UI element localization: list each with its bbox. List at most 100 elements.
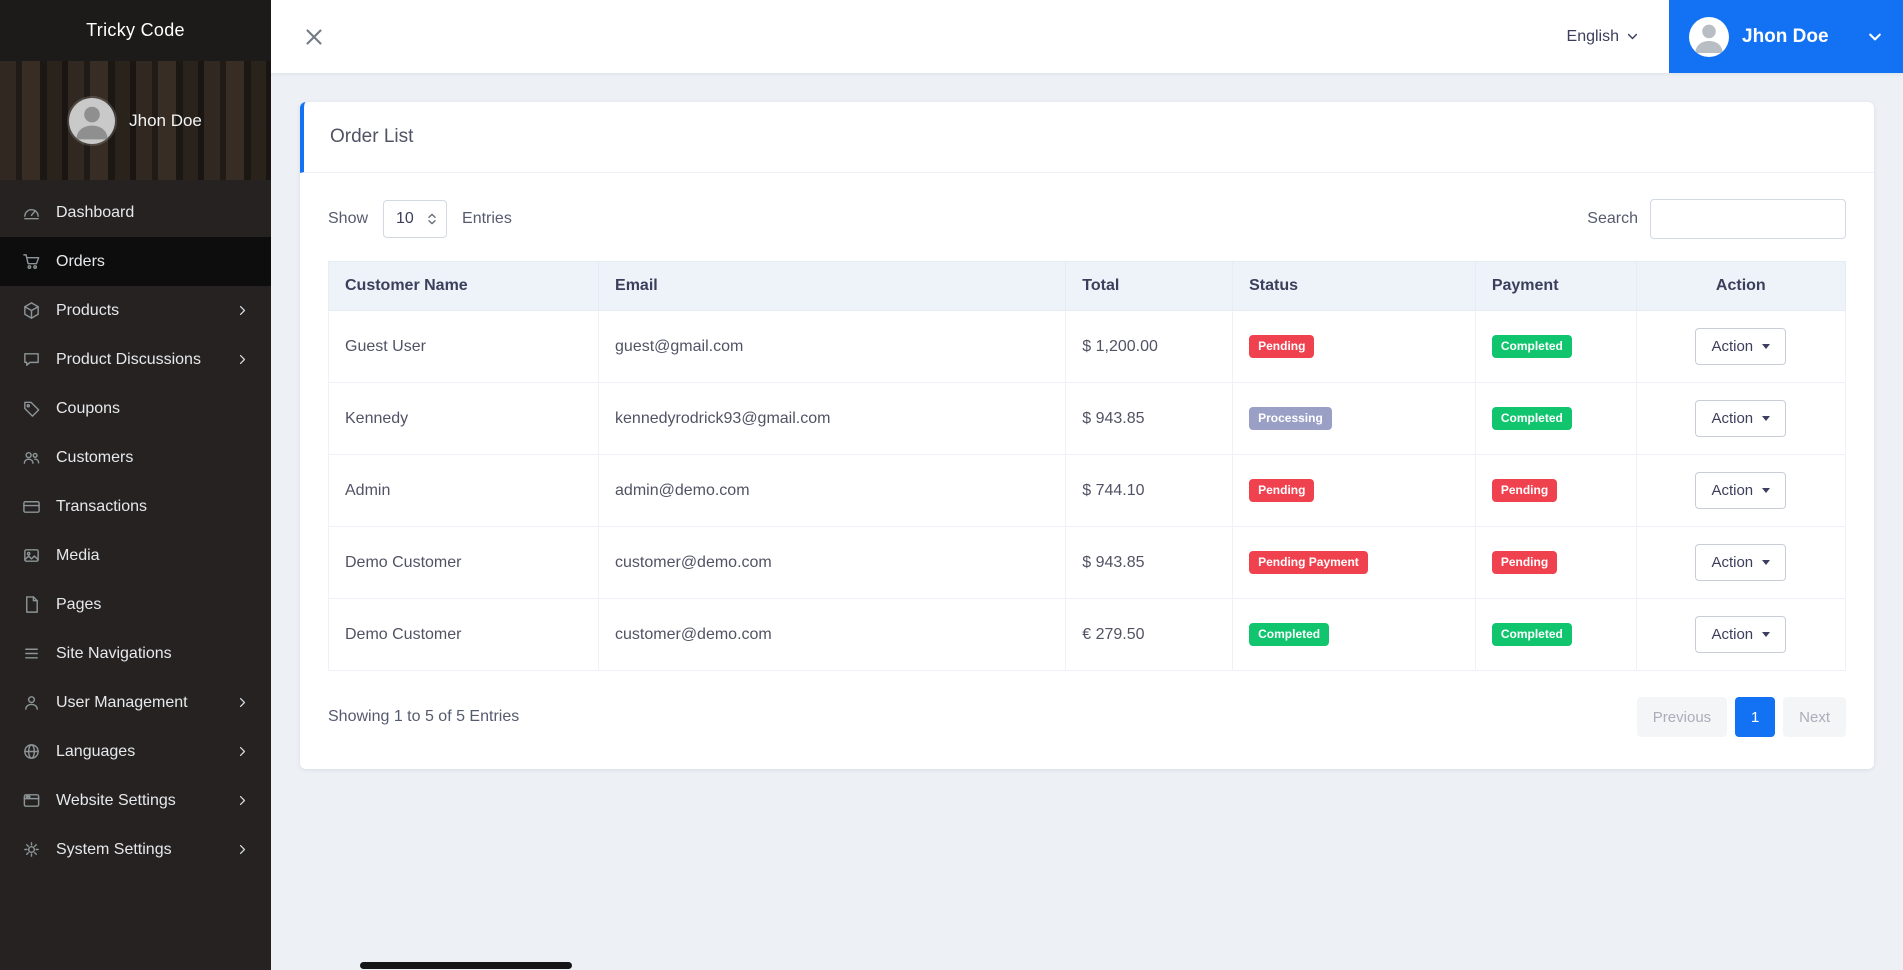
action-label: Action [1711,482,1754,499]
page-size-value: 10 [396,210,414,227]
select-arrows-icon [428,213,436,225]
cell-email: guest@gmail.com [598,310,1067,383]
cell-customer: Demo Customer [327,598,600,671]
sidebar-item-transactions[interactable]: Transactions [0,482,271,531]
payment-badge: Pending [1491,479,1558,502]
cell-action: Action [1635,454,1847,527]
site-navigations-icon [22,644,41,663]
sidebar-item-customers[interactable]: Customers [0,433,271,482]
sidebar-item-system-settings[interactable]: System Settings [0,825,271,874]
profile-name: Jhon Doe [129,110,202,130]
sidebar-item-media[interactable]: Media [0,531,271,580]
language-dropdown[interactable]: English [1567,28,1639,46]
order-list-card: Order List Show 10 Entries Search Custom… [300,102,1874,769]
pagination-page-1-button[interactable]: 1 [1735,697,1776,737]
sidebar-item-site-navigations[interactable]: Site Navigations [0,629,271,678]
table-row: Demo Customer customer@demo.com € 279.50… [327,598,1847,671]
sidebar-item-website-settings[interactable]: Website Settings [0,776,271,825]
cell-customer: Demo Customer [327,526,600,599]
chevron-right-icon [236,304,249,317]
languages-icon [22,742,41,761]
cell-total: $ 744.10 [1065,454,1234,527]
action-dropdown-button[interactable]: Action [1695,472,1787,509]
sidebar-item-label: Languages [56,742,136,760]
caret-down-icon [1762,632,1771,637]
sidebar-item-label: Orders [56,252,105,270]
status-badge: Pending [1249,479,1315,502]
user-menu[interactable]: Jhon Doe [1669,0,1903,73]
action-dropdown-button[interactable]: Action [1695,400,1787,437]
avatar [1689,16,1729,57]
cell-status: Processing [1232,382,1476,455]
table-row: Guest User guest@gmail.com $ 1,200.00 Pe… [327,310,1847,383]
action-dropdown-button[interactable]: Action [1695,328,1787,365]
chevron-right-icon [236,353,249,366]
website-settings-icon [22,791,41,810]
cell-action: Action [1635,382,1847,455]
sidebar-item-orders[interactable]: Orders [0,237,271,286]
search-label: Search [1587,210,1638,227]
cell-total: € 279.50 [1065,598,1234,671]
col-total: Total [1065,261,1234,311]
search-area: Search [1587,199,1846,239]
cell-customer: Kennedy [327,382,600,455]
sidebar-item-product-discussions[interactable]: Product Discussions [0,335,271,384]
action-label: Action [1711,554,1754,571]
card-body: Show 10 Entries Search Customer Name Ema… [300,173,1874,769]
caret-down-icon [1762,488,1771,493]
sidebar-item-products[interactable]: Products [0,286,271,335]
table-controls: Show 10 Entries Search [328,199,1846,239]
cell-email: customer@demo.com [598,526,1067,599]
table-row: Demo Customer customer@demo.com $ 943.85… [327,526,1847,599]
pagination: Previous 1 Next [1629,697,1846,737]
sidebar-item-dashboard[interactable]: Dashboard [0,188,271,237]
sidebar-item-label: Media [56,546,100,564]
chevron-right-icon [236,843,249,856]
sidebar-item-label: Website Settings [56,791,176,809]
cell-customer: Admin [327,454,600,527]
action-dropdown-button[interactable]: Action [1695,544,1787,581]
cell-email: admin@demo.com [598,454,1067,527]
caret-down-icon [1762,416,1771,421]
action-label: Action [1711,338,1754,355]
sidebar-item-label: Pages [56,595,102,613]
search-input[interactable] [1650,199,1846,239]
table-row: Admin admin@demo.com $ 744.10 Pending Pe… [327,454,1847,527]
cell-status: Completed [1232,598,1476,671]
sidebar-item-coupons[interactable]: Coupons [0,384,271,433]
entries-label: Entries [462,210,512,227]
caret-down-icon [1762,344,1771,349]
cell-action: Action [1635,598,1847,671]
cell-total: $ 1,200.00 [1065,310,1234,383]
cell-status: Pending Payment [1232,526,1476,599]
page-title: Order List [300,102,1874,173]
sidebar-item-label: User Management [56,693,188,711]
page-size-select[interactable]: 10 [383,200,448,238]
sidebar-item-user-management[interactable]: User Management [0,678,271,727]
cell-total: $ 943.85 [1065,526,1234,599]
action-dropdown-button[interactable]: Action [1695,616,1787,653]
sidebar-item-pages[interactable]: Pages [0,580,271,629]
topbar-right: English Jhon Doe [1567,0,1903,73]
sidebar-item-label: Products [56,301,120,319]
cell-status: Pending [1232,310,1476,383]
orders-icon [22,252,41,271]
orders-table: Customer Name Email Total Status Payment… [327,261,1847,671]
topbar: English Jhon Doe [271,0,1903,73]
sidebar-item-label: Site Navigations [56,644,172,662]
pagination-previous-button[interactable]: Previous [1636,697,1728,737]
caret-down-icon [1762,560,1771,565]
content: Order List Show 10 Entries Search Custom… [271,73,1903,970]
cell-total: $ 943.85 [1065,382,1234,455]
avatar [69,97,116,144]
payment-badge: Pending [1491,551,1558,574]
chevron-right-icon [236,794,249,807]
media-icon [22,546,41,565]
horizontal-scrollbar-thumb[interactable] [360,962,572,969]
sidebar-item-languages[interactable]: Languages [0,727,271,776]
entries-summary: Showing 1 to 5 of 5 Entries [328,708,520,725]
coupons-icon [22,399,41,418]
pagination-next-button[interactable]: Next [1783,697,1846,737]
sidebar-toggle-close-icon[interactable] [301,24,327,50]
table-header-row: Customer Name Email Total Status Payment… [327,261,1847,311]
